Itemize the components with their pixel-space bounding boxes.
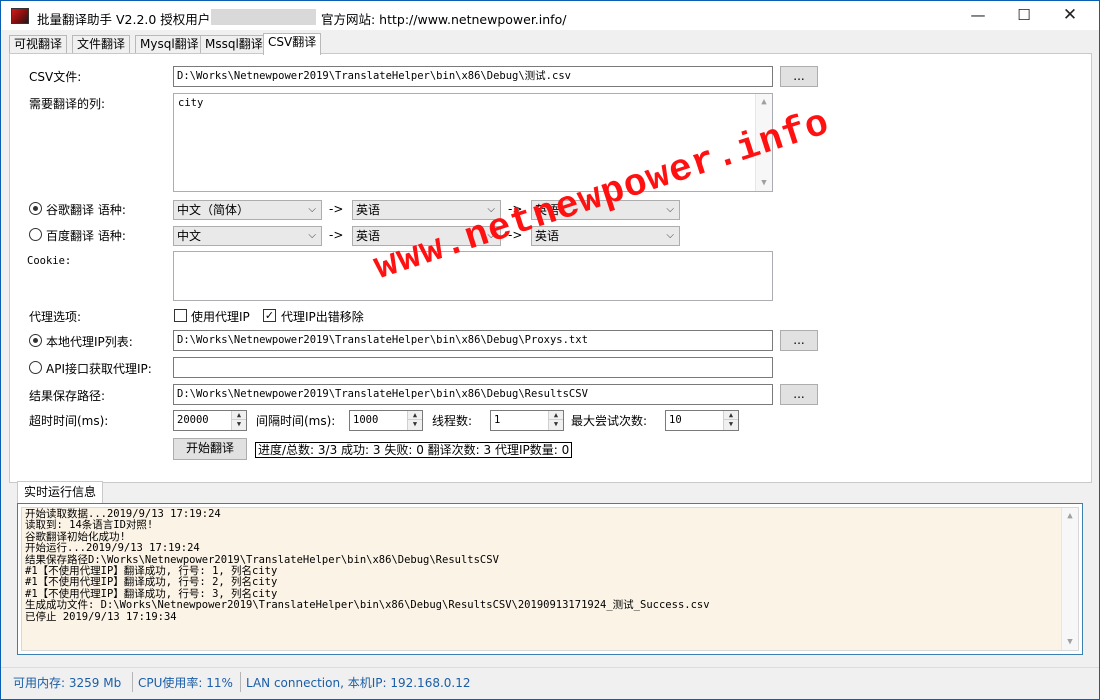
api-proxy-label: API接口获取代理IP: xyxy=(46,362,152,376)
use-proxy-checkbox[interactable] xyxy=(174,309,187,322)
scroll-up-icon[interactable]: ▲ xyxy=(1062,508,1078,524)
cookie-label: Cookie: xyxy=(27,255,72,267)
use-proxy-label: 使用代理IP xyxy=(191,310,250,324)
chevron-down-icon: ⌵ xyxy=(308,230,316,241)
max-retry-label: 最大尝试次数: xyxy=(571,414,648,428)
log-line: 读取到: 14条语言ID对照! xyxy=(25,519,154,532)
baidu-mid-language-value: 英语 xyxy=(356,229,381,243)
remove-bad-proxy-label: 代理IP出错移除 xyxy=(281,310,364,324)
chevron-down-icon: ⌵ xyxy=(308,204,316,215)
google-source-language-select[interactable]: 中文（简体） ⌵ xyxy=(173,200,322,220)
max-retry-value: 10 xyxy=(669,414,682,426)
csv-file-input[interactable]: D:\Works\Netnewpower2019\TranslateHelper… xyxy=(173,66,773,87)
interval-stepper[interactable]: 1000 ▲ ▼ xyxy=(349,410,423,431)
cpu-status: CPU使用率: 11% xyxy=(138,676,233,690)
timeout-label: 超时时间(ms): xyxy=(29,414,109,428)
close-button[interactable]: ✕ xyxy=(1047,1,1093,31)
log-line: 开始运行...2019/9/13 17:19:24 xyxy=(25,542,200,555)
timeout-stepper[interactable]: 20000 ▲ ▼ xyxy=(173,410,247,431)
baidu-translate-label: 百度翻译 语种: xyxy=(46,229,126,243)
csv-translate-panel: CSV文件: D:\Works\Netnewpower2019\Translat… xyxy=(9,53,1092,483)
baidu-translate-radio[interactable] xyxy=(29,228,42,241)
threads-value: 1 xyxy=(494,414,501,426)
tab-mssql-translate[interactable]: Mssql翻译 xyxy=(200,35,268,54)
minimize-button[interactable]: — xyxy=(955,1,1001,31)
save-path-browse-button[interactable]: ... xyxy=(780,384,818,405)
threads-label: 线程数: xyxy=(432,414,473,428)
tab-file-translate[interactable]: 文件翻译 xyxy=(72,35,131,54)
tab-csv-translate[interactable]: CSV翻译 xyxy=(263,33,322,55)
scroll-down-icon[interactable]: ▼ xyxy=(1062,634,1078,650)
local-proxy-label: 本地代理IP列表: xyxy=(46,335,133,349)
runtime-log-panel: 开始读取数据...2019/9/13 17:19:24 读取到: 14条语言ID… xyxy=(17,503,1083,655)
interval-label: 间隔时间(ms): xyxy=(256,414,336,428)
stepper-up-icon[interactable]: ▲ xyxy=(549,411,563,420)
columns-label: 需要翻译的列: xyxy=(29,97,106,111)
chevron-down-icon: ⌵ xyxy=(666,230,674,241)
threads-stepper[interactable]: 1 ▲ ▼ xyxy=(490,410,564,431)
baidu-source-language-select[interactable]: 中文 ⌵ xyxy=(173,226,322,246)
app-logo-icon xyxy=(11,8,29,24)
save-path-input[interactable]: D:\Works\Netnewpower2019\TranslateHelper… xyxy=(173,384,773,405)
local-proxy-input[interactable]: D:\Works\Netnewpower2019\TranslateHelper… xyxy=(173,330,773,351)
local-proxy-radio[interactable] xyxy=(29,334,42,347)
title-bar: 批量翻译助手 V2.2.0 授权用户: 官方网站: http://www.net… xyxy=(1,1,1099,31)
baidu-source-language-value: 中文 xyxy=(177,229,202,243)
status-divider xyxy=(240,672,241,692)
tab-runtime-info[interactable]: 实时运行信息 xyxy=(17,481,104,503)
google-translate-label: 谷歌翻译 语种: xyxy=(46,203,126,217)
stepper-up-icon[interactable]: ▲ xyxy=(724,411,738,420)
status-bar: 可用内存: 3259 Mb CPU使用率: 11% LAN connection… xyxy=(1,667,1099,698)
stepper-down-icon[interactable]: ▼ xyxy=(408,420,422,429)
licensed-user-redacted xyxy=(211,9,316,25)
api-proxy-input[interactable] xyxy=(173,357,773,378)
local-proxy-browse-button[interactable]: ... xyxy=(780,330,818,351)
runtime-log-textarea[interactable]: 开始读取数据...2019/9/13 17:19:24 读取到: 14条语言ID… xyxy=(21,507,1079,651)
tab-visual-translate[interactable]: 可视翻译 xyxy=(9,35,68,54)
stepper-down-icon[interactable]: ▼ xyxy=(724,420,738,429)
google-translate-radio[interactable] xyxy=(29,202,42,215)
google-mid-language-value: 英语 xyxy=(356,203,381,217)
window-title: 批量翻译助手 V2.2.0 授权用户: xyxy=(37,12,215,27)
status-divider xyxy=(132,672,133,692)
csv-file-label: CSV文件: xyxy=(29,70,82,84)
arrow-label: -> xyxy=(329,228,344,242)
tab-mysql-translate[interactable]: Mysql翻译 xyxy=(135,35,204,54)
stepper-up-icon[interactable]: ▲ xyxy=(408,411,422,420)
columns-value: city xyxy=(178,97,204,109)
scroll-up-icon[interactable]: ▲ xyxy=(756,94,772,110)
arrow-label: -> xyxy=(329,202,344,216)
remove-bad-proxy-checkbox[interactable]: ✓ xyxy=(263,309,276,322)
chevron-down-icon: ⌵ xyxy=(666,204,674,215)
maximize-button[interactable]: ☐ xyxy=(1001,1,1047,31)
save-path-label: 结果保存路径: xyxy=(29,389,106,403)
start-translate-button[interactable]: 开始翻译 xyxy=(173,438,247,460)
stepper-up-icon[interactable]: ▲ xyxy=(232,411,246,420)
csv-file-browse-button[interactable]: ... xyxy=(780,66,818,87)
log-scrollbar[interactable]: ▲ ▼ xyxy=(1061,508,1078,650)
log-line: 开始读取数据...2019/9/13 17:19:24 xyxy=(25,508,221,520)
timeout-value: 20000 xyxy=(177,414,209,426)
log-line: 生成成功文件: D:\Works\Netnewpower2019\Transla… xyxy=(25,599,710,612)
app-window: 批量翻译助手 V2.2.0 授权用户: 官方网站: http://www.net… xyxy=(1,1,1099,699)
progress-status: 进度/总数: 3/3 成功: 3 失败: 0 翻译次数: 3 代理IP数量: 0 xyxy=(255,442,573,458)
stepper-down-icon[interactable]: ▼ xyxy=(549,420,563,429)
proxy-options-label: 代理选项: xyxy=(29,310,82,324)
api-proxy-radio[interactable] xyxy=(29,361,42,374)
interval-value: 1000 xyxy=(353,414,379,426)
google-source-language-value: 中文（简体） xyxy=(177,203,250,217)
network-status: LAN connection, 本机IP: 192.168.0.12 xyxy=(246,676,471,690)
max-retry-stepper[interactable]: 10 ▲ ▼ xyxy=(665,410,739,431)
memory-status: 可用内存: 3259 Mb xyxy=(13,676,122,690)
scroll-down-icon[interactable]: ▼ xyxy=(756,175,772,191)
log-line: 已停止 2019/9/13 17:19:34 xyxy=(25,610,177,623)
official-site-label: 官方网站: http://www.netnewpower.info/ xyxy=(321,12,567,27)
stepper-down-icon[interactable]: ▼ xyxy=(232,420,246,429)
